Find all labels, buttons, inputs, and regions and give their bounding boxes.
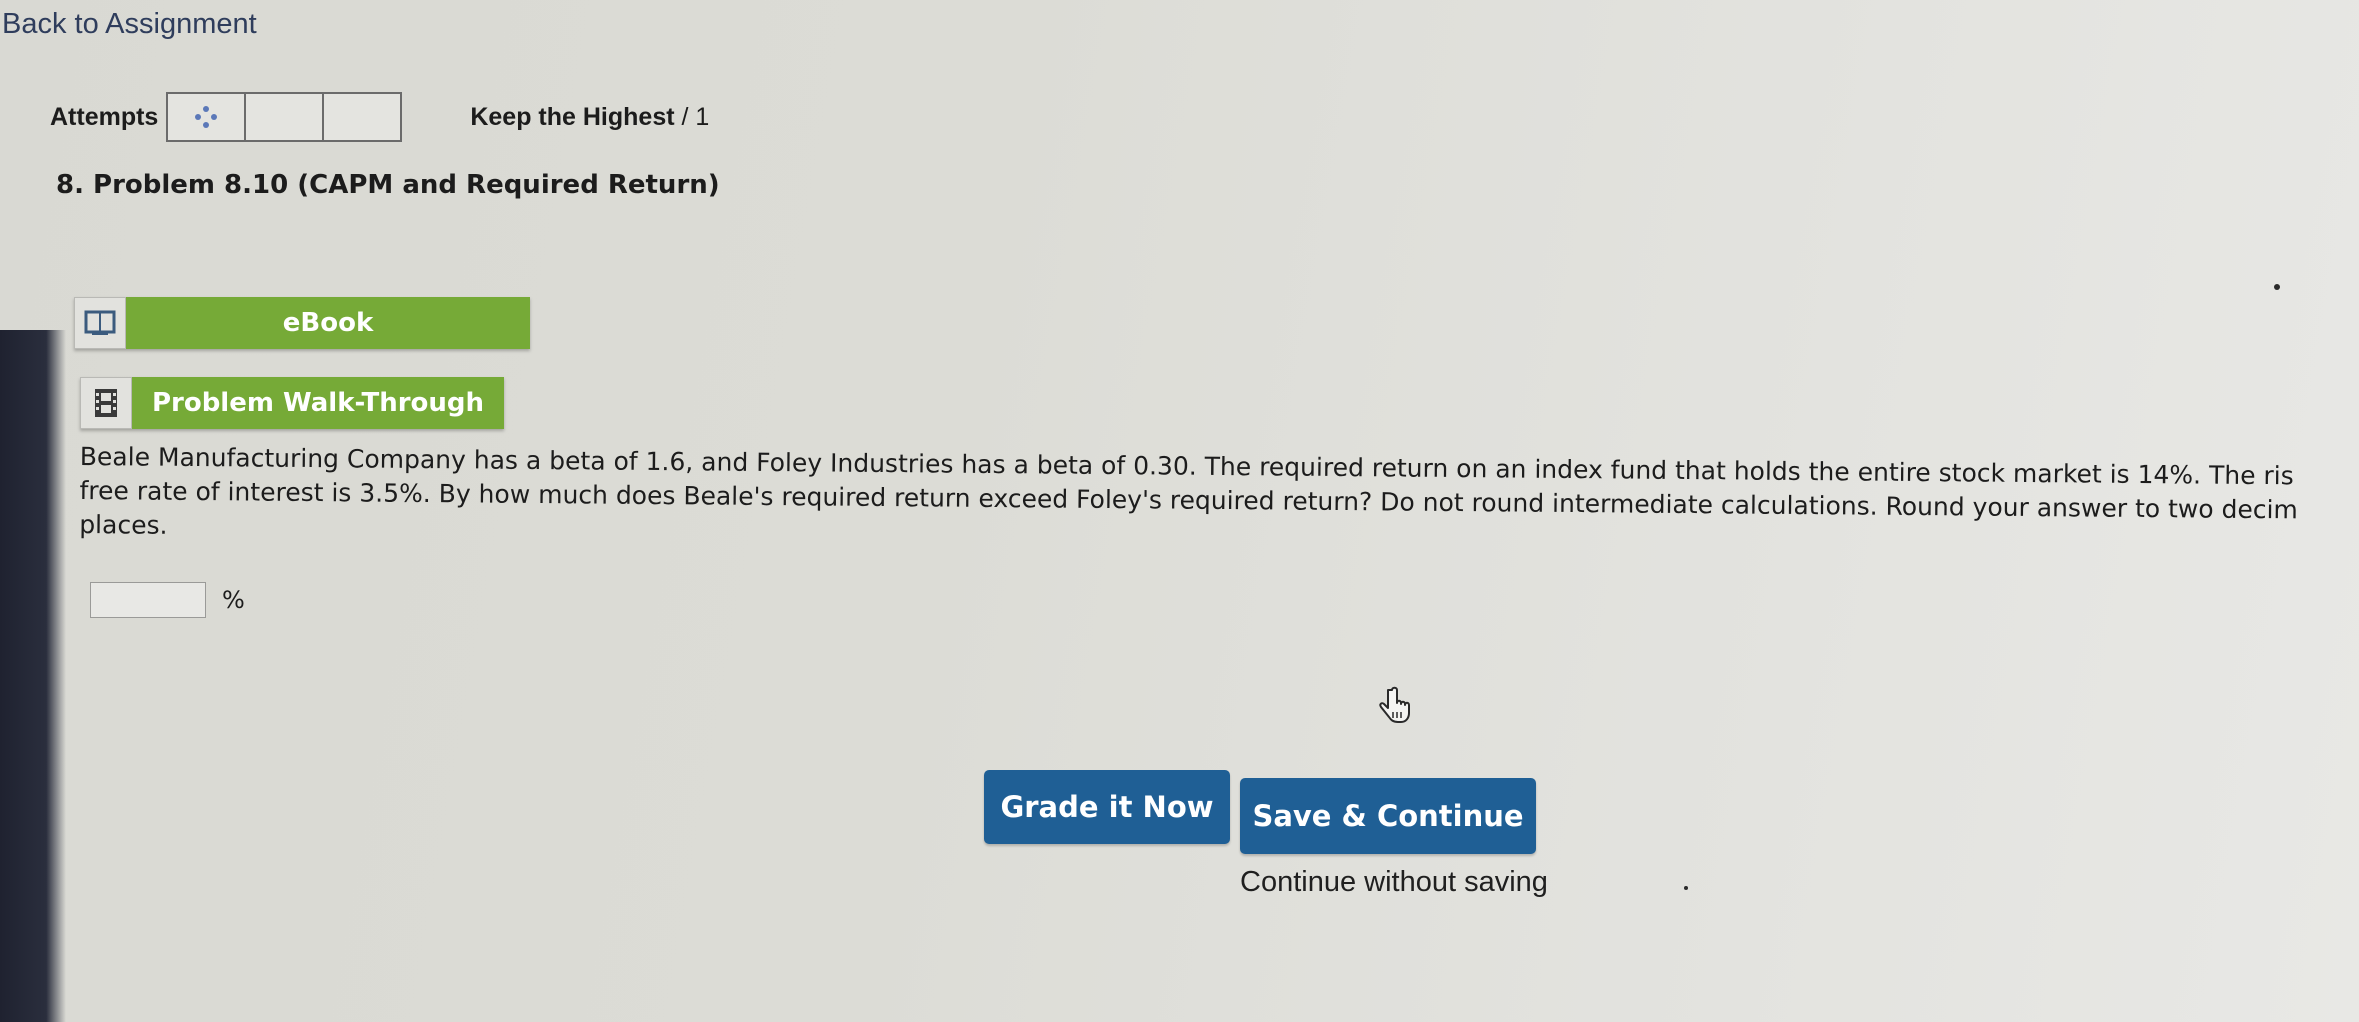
walkthrough-icon-cell [80,377,132,429]
attempt-boxes [166,92,403,142]
book-icon [84,310,116,335]
screen-speck [1684,886,1688,890]
save-and-continue-button[interactable]: Save & Continue [1240,778,1536,854]
question-text: Beale Manufacturing Company has a beta o… [79,440,2359,562]
attempts-row: Attempts Keep the Highest / 1 [50,92,709,142]
ebook-label: eBook [126,297,530,349]
answer-input[interactable] [90,582,206,618]
attempt-box-1 [168,94,247,140]
walkthrough-label: Problem Walk-Through [132,377,504,429]
ebook-button[interactable]: eBook [74,297,530,349]
answer-row: % [90,582,245,618]
problem-walkthrough-button[interactable]: Problem Walk-Through [80,377,504,429]
continue-without-saving-link[interactable]: Continue without saving [1240,866,1548,899]
attempt-box-3 [324,94,401,140]
screen-edge-shadow [0,330,66,1022]
screen-speck [2274,284,2280,290]
keep-highest-label: Keep the Highest / 1 [470,102,710,131]
back-to-assignment-link[interactable]: Back to Assignment [2,8,257,41]
grade-it-now-button[interactable]: Grade it Now [984,770,1230,844]
attempts-total: / 1 [674,102,710,131]
dots-icon [195,106,218,128]
attempts-label: Attempts [50,102,159,131]
problem-title: 8. Problem 8.10 (CAPM and Required Retur… [56,170,720,200]
film-icon [95,389,117,417]
hand-cursor-icon [1379,686,1410,723]
percent-unit: % [222,586,245,614]
ebook-icon-cell [74,297,126,349]
attempt-box-2 [246,94,325,140]
